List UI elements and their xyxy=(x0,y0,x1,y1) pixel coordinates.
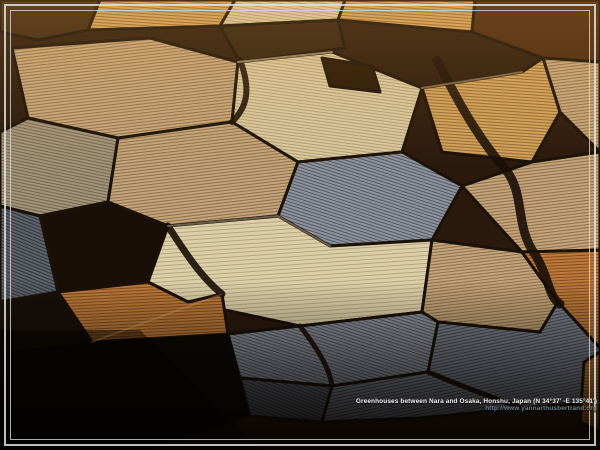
photo-caption: Greenhouses between Nara and Osaka, Hons… xyxy=(356,399,597,412)
wallpaper-photo: Greenhouses between Nara and Osaka, Hons… xyxy=(0,0,600,450)
caption-url-text: http://www.yannarthusbertrand.org xyxy=(356,406,597,413)
greenhouse-aerial-photo xyxy=(0,0,600,450)
